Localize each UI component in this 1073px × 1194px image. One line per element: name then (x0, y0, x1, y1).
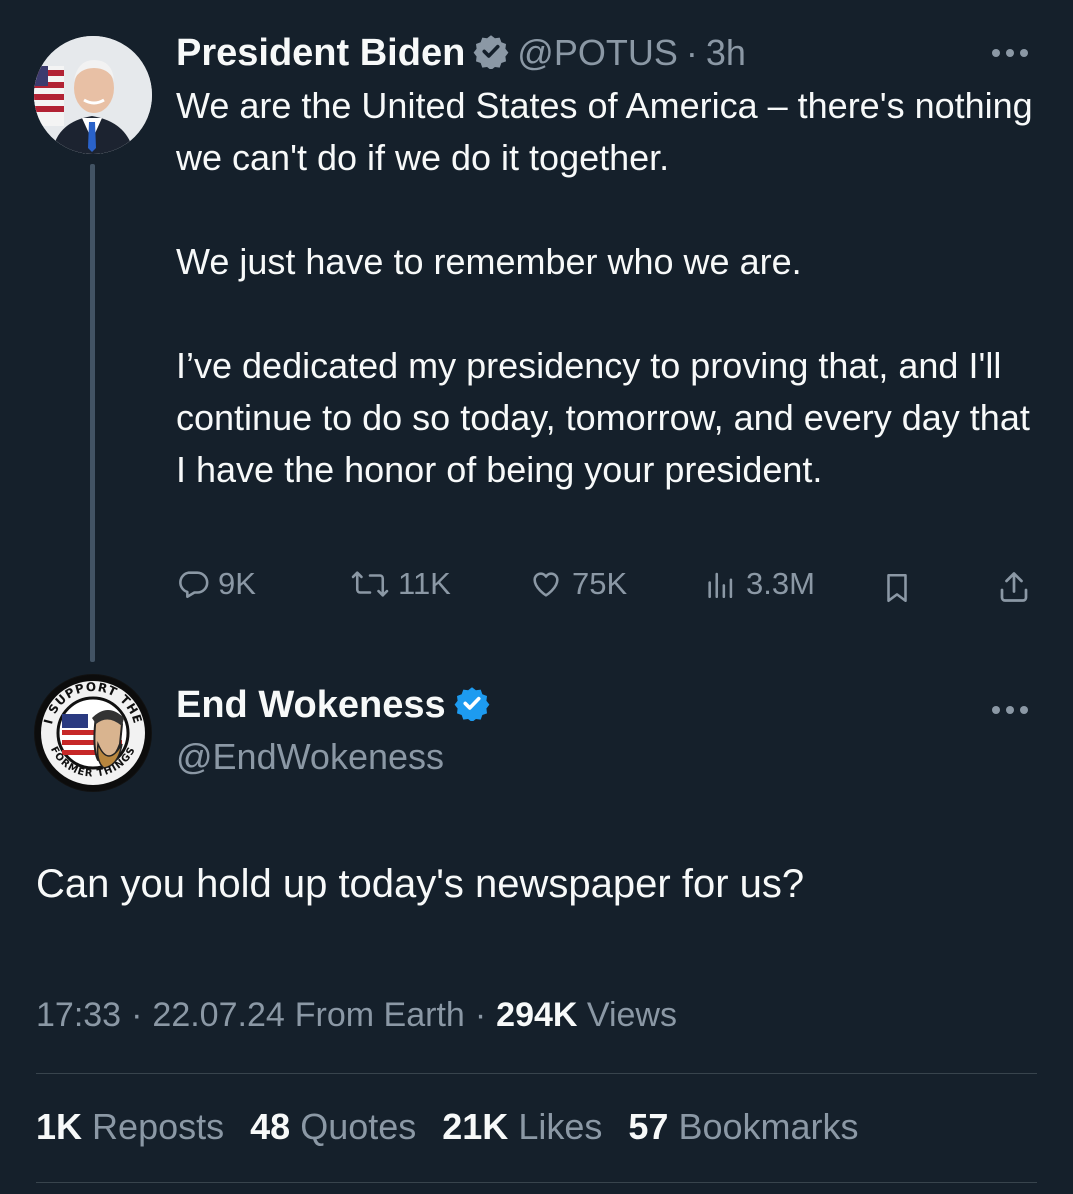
repost-button[interactable]: 11K (350, 566, 451, 602)
portrait-image (34, 36, 152, 154)
meta-separator: · (474, 996, 487, 1034)
views-count: 294K (496, 996, 578, 1034)
stat-number: 1K (36, 1106, 83, 1147)
tweet-paragraph: I’ve dedicated my presidency to proving … (176, 345, 1030, 490)
views-label: Views (586, 996, 677, 1034)
engagement-stats: 1K Reposts 48 Quotes 21K Likes 57 Bookma… (36, 1106, 859, 1148)
author-handle[interactable]: @POTUS (517, 32, 678, 74)
like-icon (533, 572, 559, 597)
stat-likes[interactable]: 21K Likes (442, 1106, 602, 1148)
more-options-icon[interactable] (992, 706, 1028, 714)
stat-reposts[interactable]: 1K Reposts (36, 1106, 224, 1148)
stat-number: 48 (250, 1106, 291, 1147)
thread-connector-line (90, 164, 95, 662)
tweet2-body: Can you hold up today's newspaper for us… (36, 862, 805, 906)
share-icon (1000, 572, 1028, 602)
bookmark-icon (887, 573, 907, 603)
reply-count: 9K (218, 566, 256, 601)
post-time[interactable]: 17:33 (36, 996, 121, 1035)
avatar-endwokeness[interactable]: I SUPPORT THE FORMER THINGS (34, 674, 152, 792)
stat-quotes[interactable]: 48 Quotes (250, 1106, 416, 1148)
stat-number: 57 (628, 1106, 669, 1147)
tweet-meta: 17:33 · 22.07.24 From Earth · 294K Views (36, 996, 677, 1035)
views-icon (708, 572, 733, 599)
stat-label: Quotes (300, 1106, 417, 1147)
flag-graphic (34, 66, 64, 126)
repost-count: 11K (398, 566, 451, 601)
more-options-icon[interactable] (992, 49, 1028, 57)
verified-badge-icon (473, 33, 509, 74)
post-source: From Earth (294, 996, 465, 1034)
stat-label: Bookmarks (678, 1106, 859, 1147)
share-button[interactable] (996, 568, 1032, 611)
tweet-paragraph: We just have to remember who we are. (176, 241, 802, 282)
author-handle[interactable]: @EndWokeness (176, 736, 444, 778)
tweet1-header: President Biden @POTUS · 3h (176, 26, 746, 80)
stat-bookmarks[interactable]: 57 Bookmarks (628, 1106, 858, 1148)
views-button[interactable]: 3.3M (704, 566, 815, 602)
stat-label: Likes (518, 1106, 603, 1147)
bookmark-button[interactable] (880, 570, 914, 611)
stat-label: Reposts (92, 1106, 225, 1147)
author-name[interactable]: President Biden (176, 32, 465, 75)
repost-icon (351, 571, 389, 597)
divider (36, 1073, 1037, 1074)
view-count: 3.3M (746, 566, 815, 601)
post-date[interactable]: 22.07.24 (152, 996, 284, 1035)
author-name[interactable]: End Wokeness (176, 684, 446, 727)
stat-number: 21K (442, 1106, 509, 1147)
meta-separator: · (685, 32, 698, 73)
tweet1-body: We are the United States of America – th… (176, 80, 1046, 496)
tweet-timestamp[interactable]: 3h (706, 32, 746, 74)
avatar-potus[interactable] (34, 36, 152, 154)
reply-icon (179, 571, 209, 599)
like-button[interactable]: 75K (528, 566, 627, 602)
badge-logo-image: I SUPPORT THE FORMER THINGS (35, 675, 151, 791)
reply-button[interactable]: 9K (176, 566, 256, 602)
verified-badge-icon (454, 685, 490, 726)
divider (36, 1182, 1037, 1183)
like-count: 75K (572, 566, 628, 601)
meta-separator: · (131, 996, 143, 1034)
tweet-paragraph: We are the United States of America – th… (176, 85, 1033, 178)
tweet2-header: End Wokeness (176, 684, 490, 727)
